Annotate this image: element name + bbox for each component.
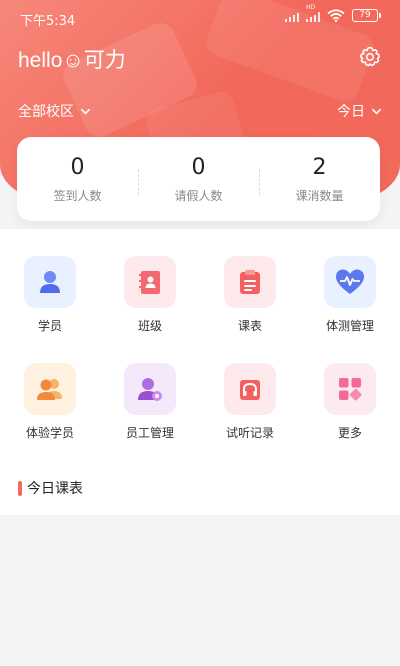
stat-checkin[interactable]: 0 签到人数: [17, 155, 138, 204]
stat-value: 0: [191, 154, 206, 180]
date-selector[interactable]: 今日: [337, 101, 382, 121]
stat-value: 2: [312, 154, 327, 180]
menu-item-trial-students[interactable]: 体验学员: [0, 363, 100, 441]
network-type: HD: [306, 3, 316, 11]
function-panel: 学员 班级 课表 体测管理 体验学员 员工管理 试听记录 更多 今日课表: [0, 229, 400, 515]
menu-item-label: 体测管理: [325, 319, 374, 333]
settings-gear-icon[interactable]: [358, 45, 382, 69]
signal-hd-icon: HD: [306, 4, 320, 22]
menu-item-label: 更多: [337, 426, 362, 440]
status-time: 下午5:34: [20, 14, 76, 29]
chevron-down-icon: [372, 108, 381, 115]
menu-item-label: 班级: [137, 319, 162, 333]
stats-card: 0 签到人数 0 请假人数 2 课消数量: [17, 137, 380, 221]
greeting-title: hello☺可力: [18, 49, 126, 72]
section-accent-bar: [18, 480, 22, 496]
menu-item-label: 员工管理: [125, 426, 174, 440]
stat-label: 签到人数: [53, 188, 102, 203]
stat-label: 课消数量: [295, 188, 344, 203]
today-schedule-header: 今日课表: [18, 478, 83, 498]
menu-item-schedule[interactable]: 课表: [200, 256, 300, 334]
menu-item-more[interactable]: 更多: [300, 363, 400, 441]
menu-item-label: 体验学员: [25, 426, 74, 440]
chevron-down-icon: [81, 108, 90, 115]
date-selector-label: 今日: [337, 104, 365, 120]
wifi-icon: [327, 9, 345, 22]
more-grid-icon: [324, 363, 376, 415]
campus-selector-label: 全部校区: [18, 104, 74, 120]
stat-leave[interactable]: 0 请假人数: [138, 155, 259, 204]
signal-icon: [285, 10, 299, 22]
menu-item-audition-records[interactable]: 试听记录: [200, 363, 300, 441]
menu-item-class[interactable]: 班级: [100, 256, 200, 334]
schedule-clipboard-icon: [224, 256, 276, 308]
menu-item-label: 课表: [237, 319, 262, 333]
menu-item-staff[interactable]: 员工管理: [100, 363, 200, 441]
menu-item-fitness-test[interactable]: 体测管理: [300, 256, 400, 334]
audition-headphones-icon: [224, 363, 276, 415]
menu-item-label: 试听记录: [225, 426, 274, 440]
trial-students-icon: [24, 363, 76, 415]
stat-value: 0: [70, 154, 85, 180]
battery-indicator: 79: [352, 9, 381, 22]
menu-item-students[interactable]: 学员: [0, 256, 100, 334]
menu-item-label: 学员: [37, 319, 62, 333]
stat-lesson-consumption[interactable]: 2 课消数量: [259, 155, 380, 204]
stat-label: 请假人数: [174, 188, 223, 203]
class-book-icon: [124, 256, 176, 308]
campus-selector[interactable]: 全部校区: [18, 101, 91, 121]
section-title: 今日课表: [27, 481, 83, 497]
staff-gear-icon: [124, 363, 176, 415]
status-bar: 下午5:34 HD 79: [0, 0, 400, 36]
heart-pulse-icon: [324, 256, 376, 308]
student-icon: [24, 256, 76, 308]
